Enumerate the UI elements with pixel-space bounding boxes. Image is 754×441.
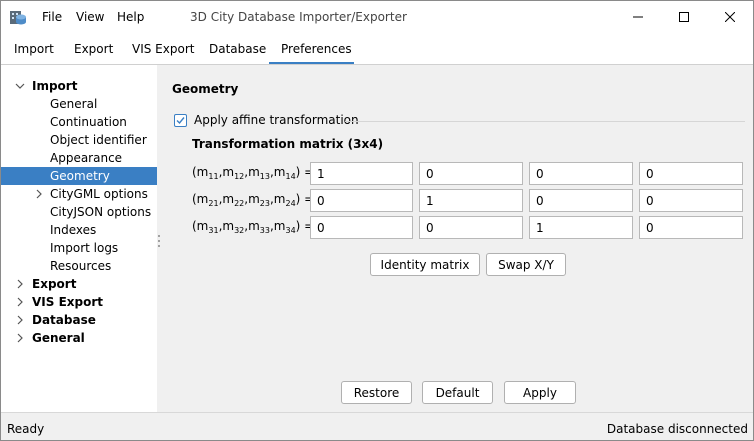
tree-item-object-identifier[interactable]: Object identifier <box>1 131 157 149</box>
tab-database[interactable]: Database <box>209 42 266 56</box>
chevron-right-icon <box>17 333 23 343</box>
m22-input[interactable] <box>419 189 523 212</box>
m13-input[interactable] <box>529 162 633 185</box>
m11-input[interactable] <box>310 162 413 185</box>
m31-input[interactable] <box>310 216 413 239</box>
tree-item-geometry[interactable]: Geometry <box>1 167 157 185</box>
tree-label: General <box>50 97 98 111</box>
tree-item-database[interactable]: Database <box>1 311 157 329</box>
preferences-tree: Import General Continuation Object ident… <box>1 65 157 412</box>
tab-vis-export[interactable]: VIS Export <box>132 42 194 56</box>
tree-label: CityGML options <box>50 187 148 201</box>
matrix-title: Transformation matrix (3x4) <box>192 137 384 151</box>
tree-label: VIS Export <box>32 295 103 309</box>
matrix-row-label: (m31,m32,m33,m34) = <box>192 219 315 235</box>
tree-label: Import logs <box>50 241 119 255</box>
tree-item-import[interactable]: Import <box>1 77 157 95</box>
swap-xy-button[interactable]: Swap X/Y <box>486 253 566 276</box>
chevron-right-icon <box>17 297 23 307</box>
main-tabs: Import Export VIS Export Database Prefer… <box>1 33 753 65</box>
close-icon <box>725 12 735 22</box>
close-button[interactable] <box>707 1 753 33</box>
check-icon <box>176 117 185 125</box>
tree-label: Export <box>32 277 77 291</box>
geometry-panel: Geometry Apply affine transformation Tra… <box>161 65 753 412</box>
tree-label: Database <box>32 313 96 327</box>
tree-label: Resources <box>50 259 112 273</box>
tree-item-cityjson-options[interactable]: CityJSON options <box>1 203 157 221</box>
m32-input[interactable] <box>419 216 523 239</box>
tree-label: Appearance <box>50 151 123 165</box>
tree-label: Continuation <box>50 115 127 129</box>
maximize-button[interactable] <box>661 1 707 33</box>
m12-input[interactable] <box>419 162 523 185</box>
tree-label: Import <box>32 79 78 93</box>
m33-input[interactable] <box>529 216 633 239</box>
app-icon <box>10 11 26 25</box>
restore-button[interactable]: Restore <box>341 381 412 404</box>
menu-view[interactable]: View <box>76 10 104 24</box>
window-title: 3D City Database Importer/Exporter <box>190 10 407 24</box>
default-button[interactable]: Default <box>422 381 493 404</box>
tree-item-general[interactable]: General <box>1 95 157 113</box>
tab-import[interactable]: Import <box>14 42 54 56</box>
m21-input[interactable] <box>310 189 413 212</box>
apply-affine-label[interactable]: Apply affine transformation <box>194 113 359 127</box>
tree-label: General <box>32 331 85 345</box>
tree-item-citygml-options[interactable]: CityGML options <box>1 185 157 203</box>
maximize-icon <box>679 12 689 22</box>
chevron-right-icon <box>17 279 23 289</box>
tree-item-import-logs[interactable]: Import logs <box>1 239 157 257</box>
app-window: File View Help 3D City Database Importer… <box>0 0 754 441</box>
tree-item-general-root[interactable]: General <box>1 329 157 347</box>
chevron-down-icon <box>15 83 25 89</box>
m14-input[interactable] <box>639 162 743 185</box>
separator <box>345 121 745 122</box>
menu-file[interactable]: File <box>42 10 62 24</box>
menu-help[interactable]: Help <box>117 10 144 24</box>
m34-input[interactable] <box>639 216 743 239</box>
matrix-row-label: (m21,m22,m23,m24) = <box>192 192 315 208</box>
tree-label: CityJSON options <box>50 205 152 219</box>
tab-export[interactable]: Export <box>74 42 113 56</box>
tree-label: Indexes <box>50 223 97 237</box>
minimize-icon <box>633 16 643 18</box>
m24-input[interactable] <box>639 189 743 212</box>
m23-input[interactable] <box>529 189 633 212</box>
apply-affine-checkbox[interactable] <box>174 114 187 127</box>
tree-item-appearance[interactable]: Appearance <box>1 149 157 167</box>
status-text: Ready <box>7 422 45 436</box>
apply-button[interactable]: Apply <box>504 381 576 404</box>
title-bar: File View Help 3D City Database Importer… <box>1 1 753 33</box>
identity-matrix-button[interactable]: Identity matrix <box>370 253 480 276</box>
tree-item-vis-export[interactable]: VIS Export <box>1 293 157 311</box>
tree-item-export[interactable]: Export <box>1 275 157 293</box>
tree-label: Object identifier <box>50 133 147 147</box>
tree-label: Geometry <box>50 169 110 183</box>
tree-item-resources[interactable]: Resources <box>1 257 157 275</box>
chevron-right-icon <box>36 189 42 199</box>
tree-item-indexes[interactable]: Indexes <box>1 221 157 239</box>
status-bar: Ready Database disconnected <box>1 412 753 440</box>
active-tab-indicator <box>269 62 354 64</box>
tab-preferences[interactable]: Preferences <box>281 42 352 56</box>
matrix-row-label: (m11,m12,m13,m14) = <box>192 165 315 181</box>
database-status: Database disconnected <box>606 422 748 436</box>
tree-item-continuation[interactable]: Continuation <box>1 113 157 131</box>
minimize-button[interactable] <box>615 1 661 33</box>
section-title: Geometry <box>172 82 239 96</box>
chevron-right-icon <box>17 315 23 325</box>
